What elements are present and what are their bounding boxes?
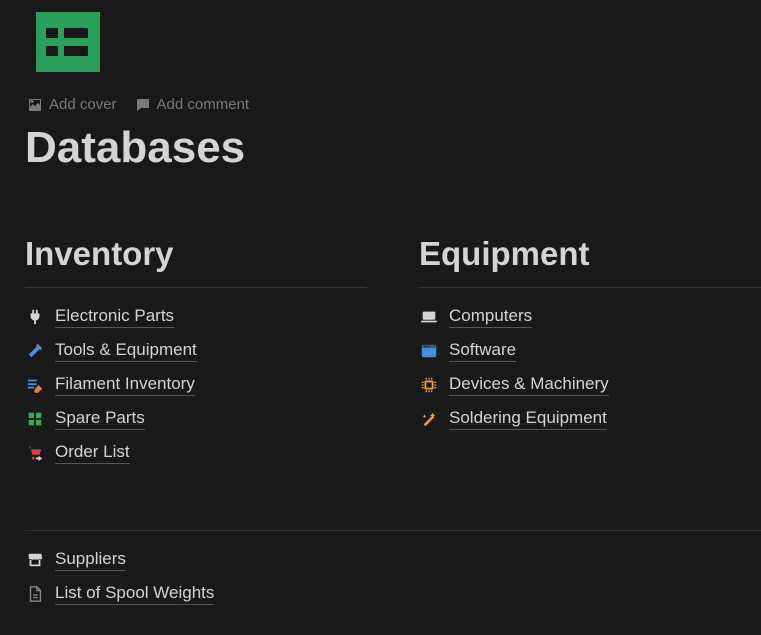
laptop-icon <box>419 307 439 327</box>
divider <box>25 530 761 531</box>
hammer-icon <box>25 341 45 361</box>
plug-icon <box>25 307 45 327</box>
wand-icon <box>419 409 439 429</box>
cart-share-icon <box>25 443 45 463</box>
file-icon <box>25 584 45 604</box>
column-heading: Inventory <box>25 235 367 273</box>
link-item[interactable]: Computers <box>419 306 761 328</box>
puzzle-icon <box>25 409 45 429</box>
add-cover-button[interactable]: Add cover <box>27 96 117 113</box>
link-item-label: Electronic Parts <box>55 306 174 328</box>
link-list: Computers Software Devices & Machinery Sold… <box>419 306 761 430</box>
link-item[interactable]: Spare Parts <box>25 408 367 430</box>
column-inventory: Inventory Electronic Parts Tools & Equipm… <box>25 235 367 464</box>
link-item[interactable]: Soldering Equipment <box>419 408 761 430</box>
bottom-section: Suppliers List of Spool Weights <box>25 530 761 605</box>
link-item[interactable]: List of Spool Weights <box>25 583 761 605</box>
link-item[interactable]: Order List <box>25 442 367 464</box>
chip-icon <box>419 375 439 395</box>
comment-icon <box>135 97 151 113</box>
link-item[interactable]: Suppliers <box>25 549 761 571</box>
link-item-label: Tools & Equipment <box>55 340 197 362</box>
page-icon-database[interactable] <box>36 12 100 72</box>
link-item-label: Filament Inventory <box>55 374 195 396</box>
column-heading: Equipment <box>419 235 761 273</box>
link-item-label: Suppliers <box>55 549 126 571</box>
link-item-label: List of Spool Weights <box>55 583 214 605</box>
link-item-label: Software <box>449 340 516 362</box>
window-icon <box>419 341 439 361</box>
page-actions: Add cover Add comment <box>27 96 761 113</box>
page-title: Databases <box>25 123 761 173</box>
add-comment-label: Add comment <box>157 96 250 113</box>
link-item-label: Soldering Equipment <box>449 408 607 430</box>
column-equipment: Equipment Computers Software Devices & Mac… <box>419 235 761 464</box>
link-list: Electronic Parts Tools & Equipment Filamen… <box>25 306 367 464</box>
link-item-label: Spare Parts <box>55 408 145 430</box>
link-item[interactable]: Electronic Parts <box>25 306 367 328</box>
add-cover-label: Add cover <box>49 96 117 113</box>
link-item[interactable]: Software <box>419 340 761 362</box>
link-list: Suppliers List of Spool Weights <box>25 549 761 605</box>
link-item[interactable]: Tools & Equipment <box>25 340 367 362</box>
link-item[interactable]: Filament Inventory <box>25 374 367 396</box>
image-icon <box>27 97 43 113</box>
link-item-label: Order List <box>55 442 130 464</box>
divider <box>25 287 367 288</box>
add-comment-button[interactable]: Add comment <box>135 96 250 113</box>
columns-container: Inventory Electronic Parts Tools & Equipm… <box>25 235 761 464</box>
store-icon <box>25 550 45 570</box>
link-item-label: Devices & Machinery <box>449 374 609 396</box>
link-item-label: Computers <box>449 306 532 328</box>
list-edit-icon <box>25 375 45 395</box>
divider <box>419 287 761 288</box>
link-item[interactable]: Devices & Machinery <box>419 374 761 396</box>
